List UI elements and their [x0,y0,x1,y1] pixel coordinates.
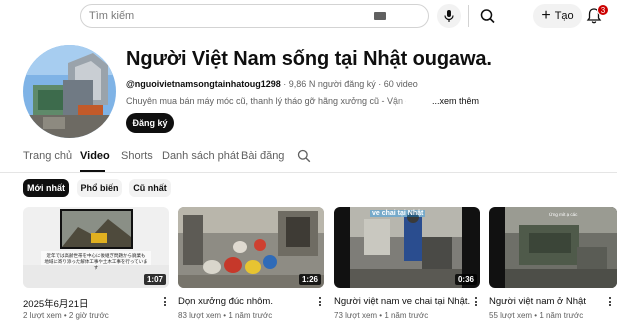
kebab-icon[interactable] [316,296,324,310]
video-meta: 73 lượt xem • 1 năm trước [334,311,429,320]
video-duration: 1:26 [298,274,321,285]
upload-age: 1 năm trước [384,311,429,320]
thumbnail-caption: Ứng mít ạ các [549,212,578,217]
video-thumbnail[interactable]: 近年では高齢世帯を中心に後継ぎ問題から廃業も 地域に寄り添った解体工事や土木工事… [23,207,169,288]
create-label: Tạo [554,10,574,22]
video-duration: 1:07 [143,274,166,285]
view-count: 55 lượt xem [489,311,533,320]
chip-popular[interactable]: Phổ biến [77,179,122,197]
description-fade [392,94,432,108]
plus-icon: + [541,7,551,24]
mic-icon [444,10,454,22]
video-thumbnail[interactable]: ve chai tại Nhật 0:36 [334,207,480,288]
video-count: 60 video [383,79,418,89]
tab-posts[interactable]: Bài đăng [241,150,284,162]
kebab-icon[interactable] [161,296,169,310]
view-count: 83 lượt xem [178,311,222,320]
search-divider [468,5,469,27]
tab-shorts[interactable]: Shorts [121,150,153,162]
video-title[interactable]: Người việt nam ở Nhật [489,296,586,307]
video-title[interactable]: Dọn xưởng đúc nhôm. [178,296,273,307]
notification-badge: 3 [597,4,609,16]
view-count: 73 lượt xem [334,311,378,320]
tab-playlists[interactable]: Danh sách phát [162,150,239,162]
keyboard-icon[interactable] [374,12,386,20]
tabs-divider [0,172,617,173]
create-button[interactable]: + Tạo [533,4,582,28]
thumbnail-caption: ve chai tại Nhật [370,210,426,217]
search-icon[interactable] [479,8,497,24]
subscribe-button[interactable]: Đăng ký [126,113,174,133]
kebab-icon[interactable] [472,296,480,310]
chip-newest[interactable]: Mới nhất [23,179,69,197]
video-meta: 2 lượt xem • 2 giờ trước [23,311,109,320]
thumbnail-caption: 近年では高齢世帯を中心に後継ぎ問題から廃業も 地域に寄り添った解体工事や土木工事… [44,253,148,270]
subscriber-count: 9,86 N người đăng ký [288,79,376,89]
upload-age: 2 giờ trước [68,311,109,320]
more-link[interactable]: ...xem thêm [432,96,479,106]
video-meta: 55 lượt xem • 1 năm trước [489,311,584,320]
channel-title: Người Việt Nam sống tại Nhật ougawa. [126,48,492,70]
video-title[interactable]: Người việt nam ve chai tại Nhật. [334,296,470,307]
tab-videos[interactable]: Video [80,150,110,162]
video-thumbnail[interactable]: Ứng mít ạ các [489,207,617,288]
chip-oldest[interactable]: Cũ nhất [129,179,171,197]
video-meta: 83 lượt xem • 1 năm trước [178,311,273,320]
channel-meta: @nguoivietnamsongtainhatoug1298 · 9,86 N… [126,79,418,89]
channel-handle: @nguoivietnamsongtainhatoug1298 [126,79,281,89]
tab-home[interactable]: Trang chủ [23,150,72,162]
search-icon[interactable] [297,149,311,163]
notifications-button[interactable]: 3 [586,4,609,26]
upload-age: 1 năm trước [228,311,273,320]
search-box[interactable] [80,4,495,28]
voice-search-button[interactable] [437,4,461,28]
thumbnail-image [489,207,617,288]
kebab-icon[interactable] [606,296,614,310]
avatar-image [23,45,116,138]
video-title[interactable]: 2025年6月21日 [23,296,88,310]
upload-age: 1 năm trước [539,311,584,320]
view-count: 2 lượt xem [23,311,62,320]
video-duration: 0:36 [454,274,477,285]
search-input[interactable] [89,10,359,22]
video-thumbnail[interactable]: 1:26 [178,207,324,288]
channel-description[interactable]: Chuyên mua bán máy móc cũ, thanh lý tháo… [126,96,406,106]
channel-avatar[interactable] [23,45,116,138]
